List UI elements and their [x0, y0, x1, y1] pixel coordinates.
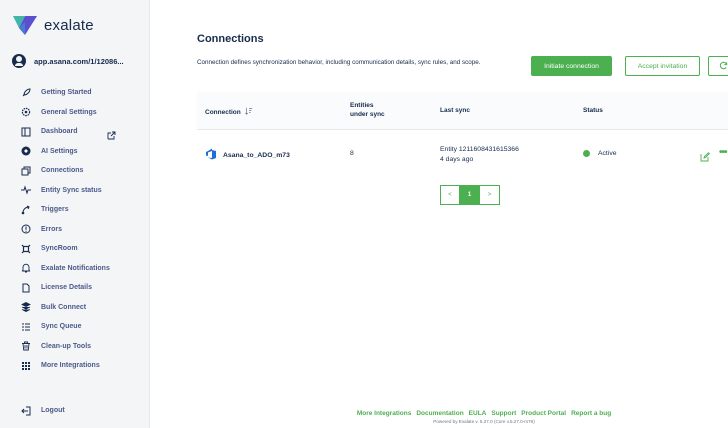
- error-icon: [20, 224, 31, 235]
- footer-link-product-portal[interactable]: Product Portal: [521, 410, 566, 417]
- logo[interactable]: exalate: [12, 14, 94, 36]
- sidebar-item-label: Sync Queue: [41, 323, 82, 331]
- bell-icon: [20, 263, 31, 274]
- sidebar-item-label: Errors: [41, 225, 63, 233]
- user-icon: [12, 54, 26, 68]
- sidebar-item-label: Dashboard: [41, 128, 78, 136]
- sidebar-item-syncroom[interactable]: SyncRoom: [0, 239, 150, 259]
- document-icon: [20, 282, 31, 293]
- sidebar-item-label: General Settings: [41, 108, 97, 116]
- footer: More Integrations Documentation EULA Sup…: [342, 410, 626, 424]
- footer-link-more-integrations[interactable]: More Integrations: [357, 410, 412, 417]
- last-sync-entity: Entity 1211608431615366: [440, 146, 519, 153]
- trash-icon: [20, 341, 31, 352]
- sidebar-item-label: Entity Sync status: [41, 186, 102, 194]
- sidebar-item-general-settings[interactable]: General Settings: [0, 103, 150, 123]
- connection-name-cell[interactable]: Asana_to_ADO_m73: [205, 148, 290, 162]
- column-label: Connection: [205, 108, 241, 116]
- exalate-logo-icon: [13, 16, 37, 35]
- pagination-next-button[interactable]: >: [480, 185, 500, 205]
- table-header: Connection Entities under sync Last sync…: [197, 92, 728, 130]
- column-label: under sync: [350, 111, 385, 118]
- sidebar-item-bulk-connect[interactable]: Bulk Connect: [0, 298, 150, 318]
- version-text: Powered by Exalate v. 5.27.0 (Core v.5.2…: [433, 419, 535, 424]
- sidebar-item-getting-started[interactable]: Getting Started: [0, 83, 150, 103]
- last-sync-time: 4 days ago: [440, 156, 474, 163]
- pagination-page-button[interactable]: 1: [460, 185, 480, 205]
- sidebar-item-triggers[interactable]: Triggers: [0, 200, 150, 220]
- footer-links: More Integrations Documentation EULA Sup…: [342, 410, 626, 417]
- logout-icon: [20, 405, 31, 416]
- refresh-icon: [719, 61, 728, 72]
- sidebar-item-more-integrations[interactable]: More Integrations: [0, 356, 150, 376]
- sidebar-item-label: License Details: [41, 284, 92, 292]
- page-description: Connection defines synchronization behav…: [197, 59, 481, 66]
- column-last-sync: Last sync: [440, 107, 470, 114]
- more-options-icon[interactable]: •••: [719, 147, 727, 158]
- connection-name: Asana_to_ADO_m73: [223, 151, 290, 159]
- connections-icon: [20, 165, 31, 176]
- sidebar-item-clean-up-tools[interactable]: Clean-up Tools: [0, 337, 150, 357]
- trigger-icon: [20, 204, 31, 215]
- page-title: Connections: [197, 33, 264, 45]
- column-status: Status: [583, 107, 603, 114]
- sidebar-item-label: Bulk Connect: [41, 303, 87, 311]
- entities-count: 8: [350, 150, 354, 157]
- refresh-button[interactable]: [708, 56, 728, 76]
- column-label: Entities: [350, 102, 374, 109]
- ai-icon: [20, 146, 31, 157]
- status-cell: Active: [583, 150, 617, 157]
- syncroom-icon: [20, 243, 31, 254]
- main-content: Connections Connection defines synchroni…: [150, 0, 728, 428]
- logout-button[interactable]: Logout: [20, 405, 65, 416]
- pagination-prev-button[interactable]: <: [440, 185, 460, 205]
- sidebar-item-exalate-notifications[interactable]: Exalate Notifications: [0, 259, 150, 279]
- table-row[interactable]: Asana_to_ADO_m73 8 Entity 12116084316153…: [197, 130, 728, 178]
- sidebar-item-errors[interactable]: Errors: [0, 220, 150, 240]
- sidebar-item-connections[interactable]: Connections: [0, 161, 150, 181]
- sidebar-item-dashboard[interactable]: Dashboard: [0, 122, 150, 142]
- account-switcher[interactable]: app.asana.com/1/12086...: [12, 54, 124, 68]
- last-sync-cell: Entity 1211608431615366 4 days ago: [440, 145, 519, 165]
- account-name: app.asana.com/1/12086...: [34, 56, 124, 66]
- pulse-icon: [20, 185, 31, 196]
- sidebar-item-label: Exalate Notifications: [41, 264, 110, 272]
- logout-label: Logout: [41, 407, 65, 414]
- sort-icon[interactable]: [244, 107, 253, 117]
- sidebar-item-label: Clean-up Tools: [41, 342, 92, 350]
- sidebar-item-label: AI Settings: [41, 147, 78, 155]
- sidebar: exalate app.asana.com/1/12086... Getting…: [0, 0, 150, 428]
- column-entities-under-sync: Entities under sync: [350, 101, 385, 119]
- footer-link-support[interactable]: Support: [491, 410, 516, 417]
- sidebar-item-label: Getting Started: [41, 89, 92, 97]
- brand-name: exalate: [44, 16, 94, 34]
- dashboard-icon: [20, 126, 31, 137]
- sidebar-item-entity-sync-status[interactable]: Entity Sync status: [0, 181, 150, 201]
- gear-icon: [20, 107, 31, 118]
- sidebar-item-label: Triggers: [41, 206, 69, 214]
- stack-icon: [20, 302, 31, 313]
- footer-link-documentation[interactable]: Documentation: [416, 410, 463, 417]
- column-connection[interactable]: Connection: [205, 107, 253, 117]
- edit-icon[interactable]: [700, 149, 710, 162]
- footer-link-eula[interactable]: EULA: [469, 410, 487, 417]
- sidebar-item-sync-queue[interactable]: Sync Queue: [0, 317, 150, 337]
- pagination: < 1 >: [440, 185, 500, 205]
- footer-link-report-bug[interactable]: Report a bug: [571, 410, 611, 417]
- queue-icon: [20, 321, 31, 332]
- status-dot-icon: [583, 150, 590, 157]
- azure-devops-icon: [205, 148, 217, 162]
- rocket-icon: [20, 87, 31, 98]
- sidebar-item-label: More Integrations: [41, 362, 100, 370]
- initiate-connection-button[interactable]: Initiate connection: [531, 56, 612, 76]
- grid-icon: [20, 360, 31, 371]
- accept-invitation-button[interactable]: Accept invitation: [625, 56, 700, 76]
- sidebar-item-ai-settings[interactable]: AI Settings: [0, 142, 150, 162]
- sidebar-nav: Getting Started General Settings Dashboa…: [0, 83, 150, 376]
- status-badge: Active: [598, 150, 617, 157]
- external-link-icon[interactable]: [107, 127, 116, 140]
- sidebar-item-label: SyncRoom: [41, 245, 78, 253]
- sidebar-item-label: Connections: [41, 167, 84, 175]
- sidebar-item-license-details[interactable]: License Details: [0, 278, 150, 298]
